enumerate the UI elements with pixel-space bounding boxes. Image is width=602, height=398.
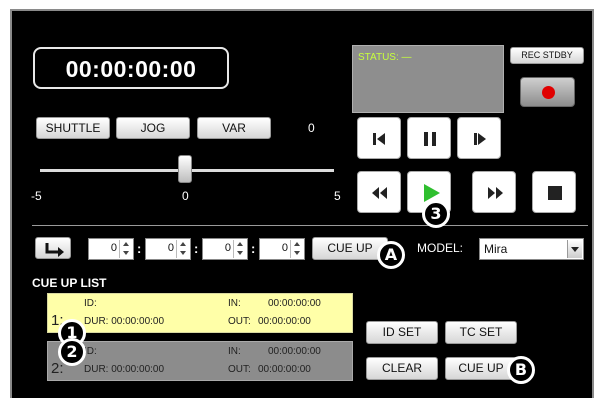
- cue-hours-stepper[interactable]: 0: [88, 238, 134, 260]
- fast-forward-icon: [488, 187, 503, 199]
- step-back-icon: [373, 133, 385, 145]
- colon-separator: :: [194, 241, 199, 256]
- speed-value: 0: [308, 121, 315, 135]
- slider-min-label: -5: [31, 189, 42, 203]
- rewind-icon: [372, 187, 387, 199]
- rec-standby-button[interactable]: REC STDBY: [510, 47, 584, 64]
- return-button[interactable]: [35, 237, 71, 259]
- speed-slider-thumb[interactable]: [178, 155, 192, 183]
- model-label: MODEL:: [417, 241, 464, 255]
- fast-forward-button[interactable]: [472, 171, 516, 213]
- model-select[interactable]: Mira: [479, 238, 584, 260]
- pause-icon: [424, 132, 436, 146]
- cue-minutes-stepper[interactable]: 0: [145, 238, 191, 260]
- callout-marker-a: A: [377, 241, 405, 269]
- clear-button[interactable]: CLEAR: [366, 357, 438, 380]
- colon-separator: :: [251, 241, 256, 256]
- rewind-button[interactable]: [357, 171, 401, 213]
- step-forward-button[interactable]: [457, 117, 501, 159]
- chevron-down-icon: [567, 240, 582, 258]
- status-panel: STATUS: —: [352, 45, 504, 113]
- step-forward-icon: [474, 133, 486, 145]
- callout-marker-b: B: [507, 356, 535, 384]
- stop-button[interactable]: [532, 171, 576, 213]
- slider-max-label: 5: [334, 189, 341, 203]
- return-arrow-icon: [45, 243, 64, 257]
- playback-control-panel: 00:00:00:00 STATUS: — REC STDBY SHUTTLE …: [10, 9, 594, 398]
- var-button[interactable]: VAR: [197, 117, 271, 139]
- timecode-display: 00:00:00:00: [33, 47, 229, 89]
- jog-button[interactable]: JOG: [116, 117, 190, 139]
- id-set-button[interactable]: ID SET: [366, 321, 438, 344]
- slider-center-label: 0: [182, 189, 189, 203]
- cue-seconds-stepper[interactable]: 0: [202, 238, 248, 260]
- step-back-button[interactable]: [357, 117, 401, 159]
- shuttle-button[interactable]: SHUTTLE: [36, 117, 110, 139]
- stop-icon: [548, 186, 562, 200]
- status-text: STATUS: —: [358, 52, 412, 63]
- callout-marker-3: 3: [422, 200, 450, 228]
- cue-list-title: CUE UP LIST: [32, 276, 107, 290]
- colon-separator: :: [137, 241, 142, 256]
- callout-marker-2: 2: [58, 338, 86, 366]
- cue-list-item[interactable]: 2: ID: DUR: 00:00:00:00 IN: 00:00:00:00 …: [47, 341, 353, 381]
- record-icon: [542, 86, 555, 99]
- record-button[interactable]: [520, 77, 575, 107]
- cue-frames-stepper[interactable]: 0: [259, 238, 305, 260]
- section-divider: [32, 225, 588, 226]
- tc-set-button[interactable]: TC SET: [445, 321, 517, 344]
- pause-button[interactable]: [407, 117, 451, 159]
- cue-list-item[interactable]: 1: ID: DUR: 00:00:00:00 IN: 00:00:00:00 …: [47, 293, 353, 333]
